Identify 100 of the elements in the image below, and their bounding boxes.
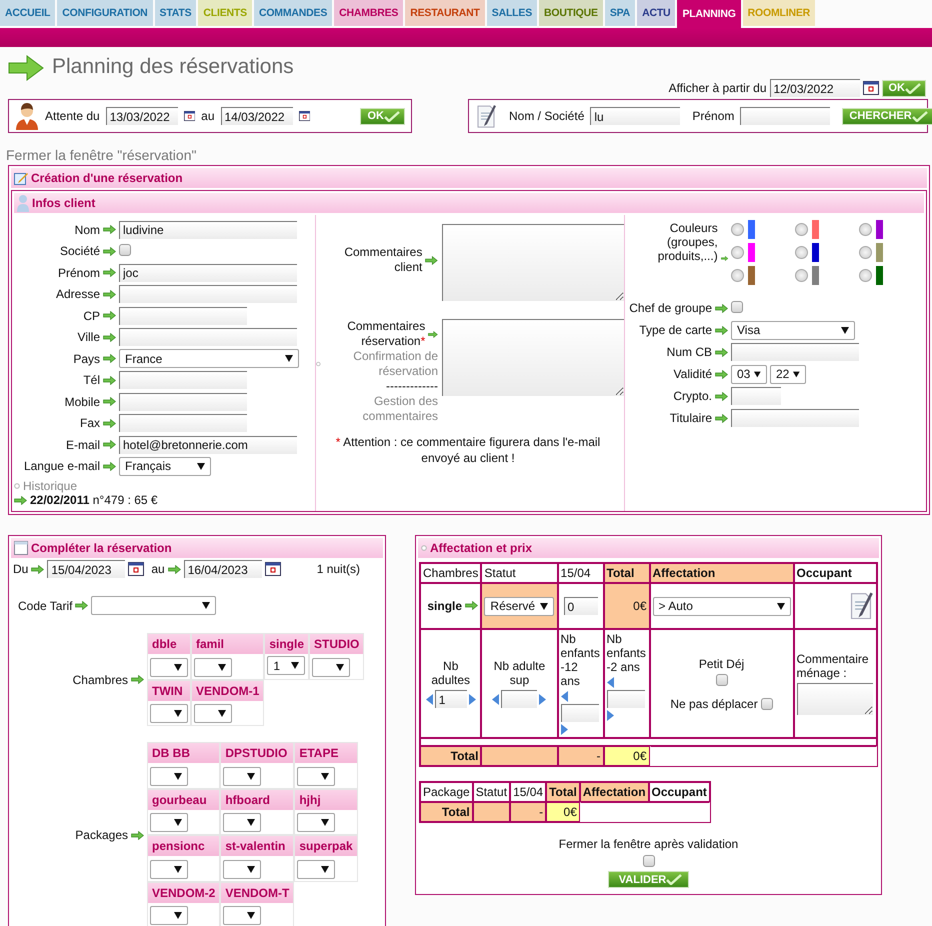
comment-field[interactable] — [442, 224, 624, 301]
quantity-select[interactable] — [312, 658, 350, 676]
quantity-select[interactable] — [150, 658, 188, 676]
quantity-select[interactable] — [150, 704, 188, 723]
input-field[interactable]: hotel@bretonnerie.com — [119, 436, 297, 454]
history-link[interactable]: Historique — [23, 479, 78, 493]
right-arrow-icon[interactable] — [606, 710, 614, 721]
input-field[interactable]: 14/03/2022 — [220, 107, 292, 125]
input-field[interactable]: 13/03/2022 — [106, 107, 178, 125]
color-radio[interactable] — [795, 246, 808, 258]
input-field[interactable]: 0 — [564, 597, 598, 615]
right-arrow-icon[interactable] — [468, 694, 476, 704]
input-field[interactable] — [731, 409, 859, 427]
status-select[interactable]: Réservé — [484, 596, 554, 616]
input-field[interactable] — [560, 704, 599, 722]
quantity-select[interactable] — [297, 766, 336, 786]
nav-tab[interactable]: SPA — [604, 0, 636, 28]
quantity-select[interactable] — [150, 906, 188, 925]
color-radio[interactable] — [859, 246, 872, 258]
nav-tab[interactable]: RESTAURANT — [405, 0, 485, 28]
nav-tab[interactable]: ACTU — [637, 0, 676, 28]
arrow-icon — [103, 376, 116, 385]
quantity-select[interactable] — [194, 704, 232, 723]
quantity-select[interactable] — [150, 766, 188, 786]
select-field[interactable]: Français — [119, 456, 211, 476]
input-field[interactable] — [606, 690, 645, 708]
field-label: Tél — [83, 373, 100, 388]
select-field[interactable]: 22 — [770, 364, 806, 384]
quantity-select[interactable] — [223, 860, 262, 878]
input-field[interactable] — [731, 387, 781, 405]
right-arrow-icon[interactable] — [560, 724, 568, 735]
color-radio[interactable] — [859, 222, 872, 236]
nav-tab[interactable]: STATS — [154, 0, 196, 28]
color-radio[interactable] — [859, 268, 872, 282]
comment-field[interactable] — [796, 683, 873, 715]
field-label: au — [201, 109, 214, 123]
input-field[interactable]: 1 — [434, 690, 467, 708]
comment-field[interactable] — [442, 319, 624, 396]
input-field[interactable] — [740, 107, 830, 125]
calendar-icon[interactable] — [184, 109, 196, 123]
left-arrow-icon[interactable] — [606, 677, 614, 688]
select-field[interactable]: France — [119, 349, 299, 368]
quantity-select[interactable] — [223, 813, 262, 832]
nav-tab[interactable]: CONFIGURATION — [57, 0, 153, 28]
nav-tab[interactable]: BOUTIQUE — [539, 0, 603, 28]
tariff-select[interactable] — [91, 596, 216, 615]
comments-link[interactable]: Gestion des commentaires — [316, 394, 438, 424]
color-radio[interactable] — [731, 246, 744, 258]
input-field[interactable] — [501, 690, 538, 708]
input-field[interactable]: lu — [590, 107, 680, 125]
color-radio[interactable] — [795, 268, 808, 282]
quantity-select[interactable] — [223, 906, 262, 925]
caret-icon — [793, 370, 800, 378]
checkbox[interactable] — [119, 244, 131, 256]
input-field[interactable] — [119, 328, 297, 346]
arrow-icon — [715, 392, 728, 400]
confirmation-link[interactable]: Confirmation de réservation — [324, 349, 438, 379]
checkbox[interactable] — [716, 674, 728, 686]
input-field[interactable]: 15/04/2023 — [47, 560, 126, 578]
left-arrow-icon[interactable] — [560, 691, 568, 702]
input-field[interactable] — [119, 306, 247, 325]
right-arrow-icon[interactable] — [539, 694, 546, 704]
nav-tab[interactable]: COMMANDES — [254, 0, 332, 28]
left-arrow-icon[interactable] — [426, 694, 433, 704]
input-field[interactable] — [119, 414, 247, 432]
input-field[interactable] — [119, 285, 297, 304]
quantity-select[interactable] — [150, 813, 188, 832]
calendar-icon[interactable] — [264, 562, 281, 576]
quantity-select[interactable] — [297, 860, 336, 878]
calendar-icon[interactable] — [862, 81, 878, 95]
quantity-select[interactable] — [223, 766, 262, 786]
input-field[interactable]: 16/04/2023 — [184, 560, 262, 578]
input-field[interactable] — [731, 343, 859, 361]
quantity-select[interactable] — [194, 658, 232, 676]
assignment-select[interactable]: > Auto — [652, 596, 791, 616]
nav-tab[interactable]: CHAMBRES — [334, 0, 404, 28]
checkbox[interactable] — [760, 698, 773, 710]
input-field[interactable]: 12/03/2022 — [770, 79, 860, 97]
quantity-select[interactable]: 1 — [267, 656, 306, 675]
checkbox[interactable] — [642, 855, 654, 867]
calendar-icon[interactable] — [128, 562, 144, 576]
input-field[interactable] — [119, 392, 247, 411]
color-radio[interactable] — [795, 222, 808, 236]
color-radio[interactable] — [731, 268, 744, 282]
select-field[interactable]: 03 — [731, 364, 767, 384]
nav-tab[interactable]: PLANNING — [677, 0, 741, 28]
close-link[interactable]: Fermer la fenêtre "réservation" — [6, 147, 932, 163]
input-field[interactable]: ludivine — [119, 220, 297, 239]
quantity-select[interactable] — [297, 813, 336, 832]
checkbox[interactable] — [731, 300, 743, 312]
nav-tab[interactable]: SALLES — [486, 0, 538, 28]
left-arrow-icon[interactable] — [492, 694, 500, 704]
color-radio[interactable] — [731, 222, 744, 236]
nav-tab[interactable]: ACCUEIL — [0, 0, 56, 28]
quantity-select[interactable] — [150, 860, 188, 878]
select-field[interactable]: Visa — [731, 320, 855, 340]
calendar-icon[interactable] — [298, 109, 310, 123]
input-field[interactable]: joc — [119, 264, 297, 282]
input-field[interactable] — [119, 371, 247, 390]
arrow-icon — [75, 601, 88, 610]
